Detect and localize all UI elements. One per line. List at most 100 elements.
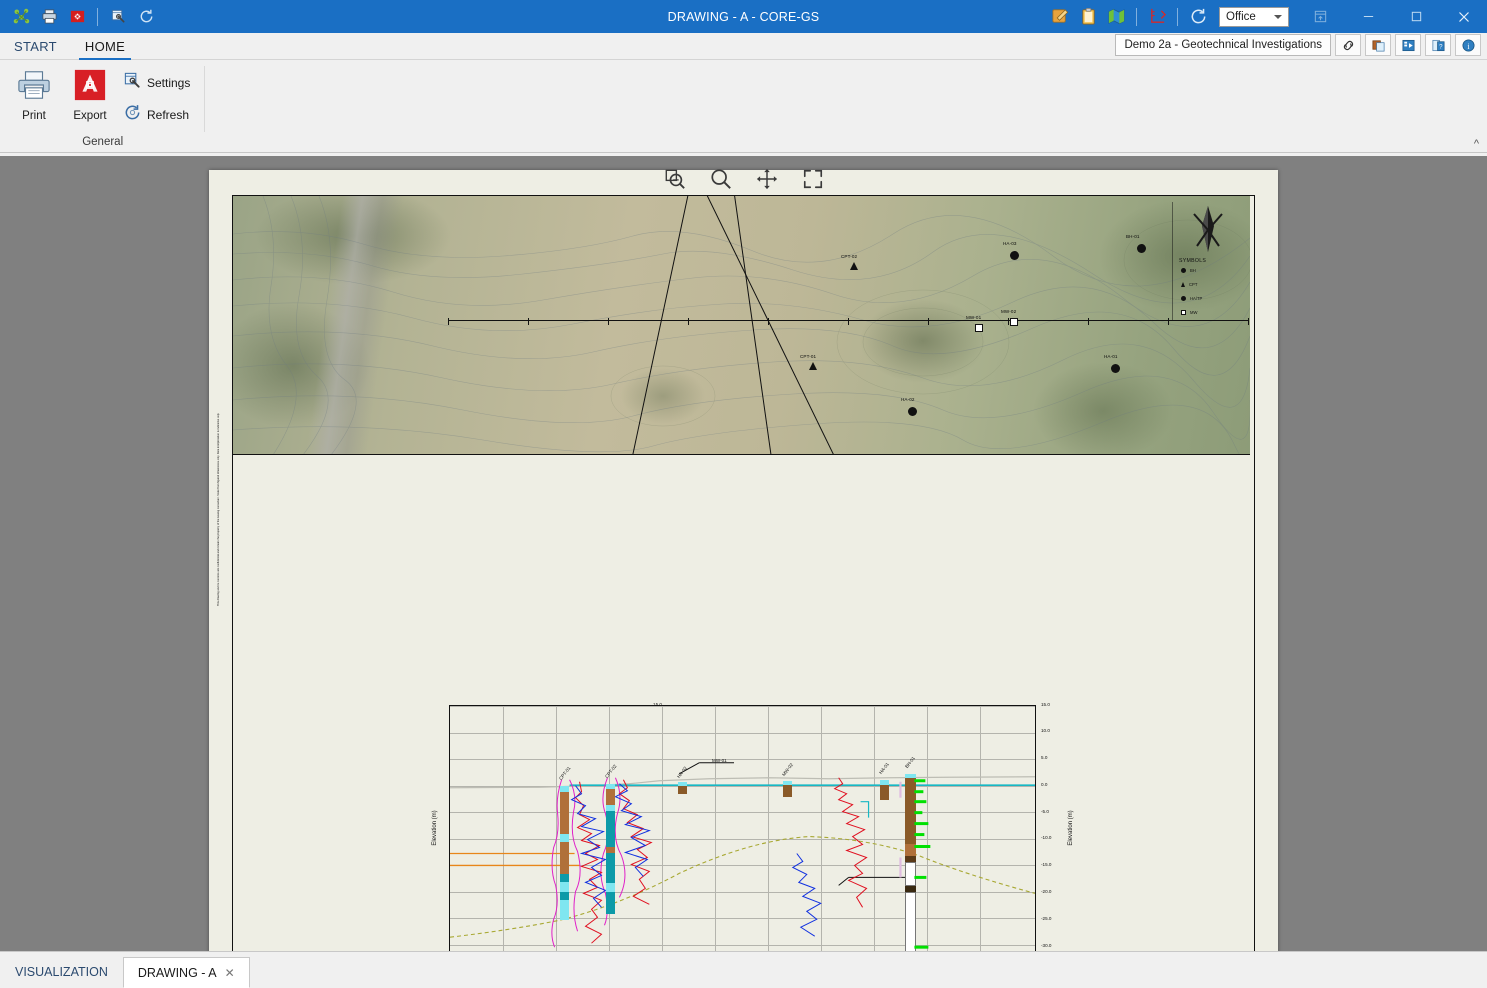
tab-drawing-a[interactable]: DRAWING - A ✕ [123, 957, 250, 988]
clipboard-icon[interactable] [1075, 4, 1101, 30]
ribbon-group-general: Print Export Settings [0, 60, 205, 152]
chevron-down-icon [1274, 15, 1282, 19]
cpt-symbol [1181, 282, 1185, 287]
borehole-symbol[interactable] [1010, 251, 1019, 260]
borehole-symbol[interactable] [1111, 364, 1120, 373]
cpt-symbol[interactable] [850, 262, 858, 270]
print-button-label: Print [22, 110, 46, 122]
help-doc-icon[interactable]: ? [1425, 34, 1451, 56]
refresh-icon[interactable] [133, 5, 159, 29]
settings-wrench-icon[interactable] [105, 5, 131, 29]
map-point-label-ha-02: HA-02 [901, 397, 915, 402]
y-tick-right: -15.0 [1041, 862, 1067, 867]
y-tick-right: 10.0 [1041, 728, 1067, 733]
minimize-button[interactable] [1345, 0, 1391, 33]
media-icon[interactable] [1395, 34, 1421, 56]
spt-markers [450, 706, 1035, 951]
share-icon[interactable] [8, 5, 34, 29]
sheet-border: This drawing and its contents are confid… [232, 195, 1255, 951]
restore-window-icon[interactable] [1297, 0, 1343, 33]
legend-symbol-label: MW [1190, 310, 1197, 315]
refresh-icon [123, 103, 142, 127]
map-symbols-title: SYMBOLS [1179, 258, 1206, 264]
drawing-workspace: This drawing and its contents are confid… [0, 156, 1487, 951]
tab-visualization[interactable]: VISUALIZATION [0, 957, 123, 987]
borehole-symbol[interactable] [1137, 244, 1146, 253]
export-button[interactable]: Export [64, 64, 116, 126]
map-point-label-ha-03: HA-03 [1003, 241, 1017, 246]
tab-start[interactable]: START [0, 35, 71, 59]
ribbon: Print Export Settings [0, 60, 1487, 153]
tab-drawing-a-label: DRAWING - A [138, 966, 217, 980]
handauger-symbol [1181, 296, 1186, 301]
autocad-export-icon [73, 68, 107, 107]
title-bar-right-tools: Office [1047, 0, 1487, 33]
map-contour-lines [233, 196, 1250, 455]
y-tick-right: 15.0 [1041, 702, 1067, 707]
legend-symbol-label: CPT [1189, 282, 1197, 287]
ribbon-tab-bar: START HOME Demo 2a - Geotechnical Invest… [0, 33, 1487, 60]
monitoring-well-symbol[interactable] [975, 324, 983, 332]
refresh-button-label: Refresh [147, 108, 189, 122]
paste-project-icon[interactable] [1365, 34, 1391, 56]
legend-symbol-bh: BH [1181, 268, 1196, 273]
map-point-label-ha-01: HA-01 [1104, 354, 1118, 359]
ribbon-small-buttons: Settings Refresh [120, 64, 197, 130]
map-icon[interactable] [1103, 4, 1129, 30]
close-button[interactable] [1441, 0, 1487, 33]
quick-access-toolbar [0, 5, 159, 29]
settings-wrench-icon [123, 71, 142, 95]
settings-button-label: Settings [147, 76, 190, 90]
print-icon[interactable] [36, 5, 62, 29]
zoom-extents-icon[interactable] [798, 164, 828, 194]
tab-visualization-label: VISUALIZATION [15, 965, 108, 979]
print-button[interactable]: Print [8, 64, 60, 126]
y-tick-right: -5.0 [1041, 809, 1067, 814]
sync-icon[interactable] [1185, 4, 1211, 30]
axis-icon[interactable] [1144, 4, 1170, 30]
bottom-tab-bar: VISUALIZATION DRAWING - A ✕ [0, 951, 1487, 987]
map-point-label-bh-01: BH-01 [1126, 234, 1140, 239]
cpt-symbol[interactable] [809, 362, 817, 370]
map-point-label-cpt-01: CPT-01 [800, 354, 816, 359]
canvas-toolbar [660, 164, 828, 194]
y-axis-title-left: Elevation (m) [432, 788, 438, 868]
north-arrow-icon [1177, 204, 1239, 254]
monitoring-well-symbol [1181, 310, 1186, 315]
ribbon-group-label: General [8, 136, 197, 152]
chevron-up-icon[interactable]: ^ [1474, 138, 1479, 150]
info-icon[interactable]: i [1455, 34, 1481, 56]
map-north-panel: SYMBOLS BH CPT HA/TP MW [1172, 202, 1240, 320]
toolbar-separator-3 [1177, 8, 1178, 26]
site-map-panel[interactable]: CPT-02 CPT-01 HA-03 BH-01 HA-01 HA-02 MW… [233, 196, 1250, 455]
tab-home[interactable]: HOME [71, 35, 139, 59]
settings-button[interactable]: Settings [120, 68, 197, 98]
map-section-line [448, 320, 1248, 321]
close-icon[interactable]: ✕ [225, 966, 235, 980]
project-chip[interactable]: Demo 2a - Geotechnical Investigations [1115, 34, 1331, 56]
legend-symbol-ha: HA/TP [1181, 296, 1202, 301]
y-tick-right: -25.0 [1041, 916, 1067, 921]
legend-symbol-label: BH [1190, 268, 1196, 273]
toolbar-separator-2 [1136, 8, 1137, 26]
drawing-sheet[interactable]: This drawing and its contents are confid… [209, 170, 1278, 951]
pan-icon[interactable] [752, 164, 782, 194]
title-bar: DRAWING - A - CORE-GS Office [0, 0, 1487, 33]
zoom-window-icon[interactable] [660, 164, 690, 194]
legend-symbol-cpt: CPT [1181, 282, 1197, 287]
export-button-label: Export [73, 110, 106, 122]
export-pdf-icon[interactable] [64, 5, 90, 29]
borehole-symbol[interactable] [908, 407, 917, 416]
refresh-button[interactable]: Refresh [120, 100, 197, 130]
cross-section-area[interactable]: 15.0 10.0 5.0 0.0 -5.0 -10.0 -15.0 -20.0… [233, 455, 1254, 951]
map-point-label-cpt-02: CPT-02 [841, 254, 857, 259]
monitoring-well-symbol[interactable] [1010, 318, 1018, 326]
maximize-button[interactable] [1393, 0, 1439, 33]
link-icon[interactable] [1335, 34, 1361, 56]
cross-section-plot[interactable]: CPT-01 CPT-02 [449, 705, 1036, 951]
edit-note-icon[interactable] [1047, 4, 1073, 30]
project-chip-bar: Demo 2a - Geotechnical Investigations ? … [1115, 34, 1481, 56]
y-tick-right: -10.0 [1041, 835, 1067, 840]
workspace-select[interactable]: Office [1219, 7, 1289, 27]
zoom-icon[interactable] [706, 164, 736, 194]
